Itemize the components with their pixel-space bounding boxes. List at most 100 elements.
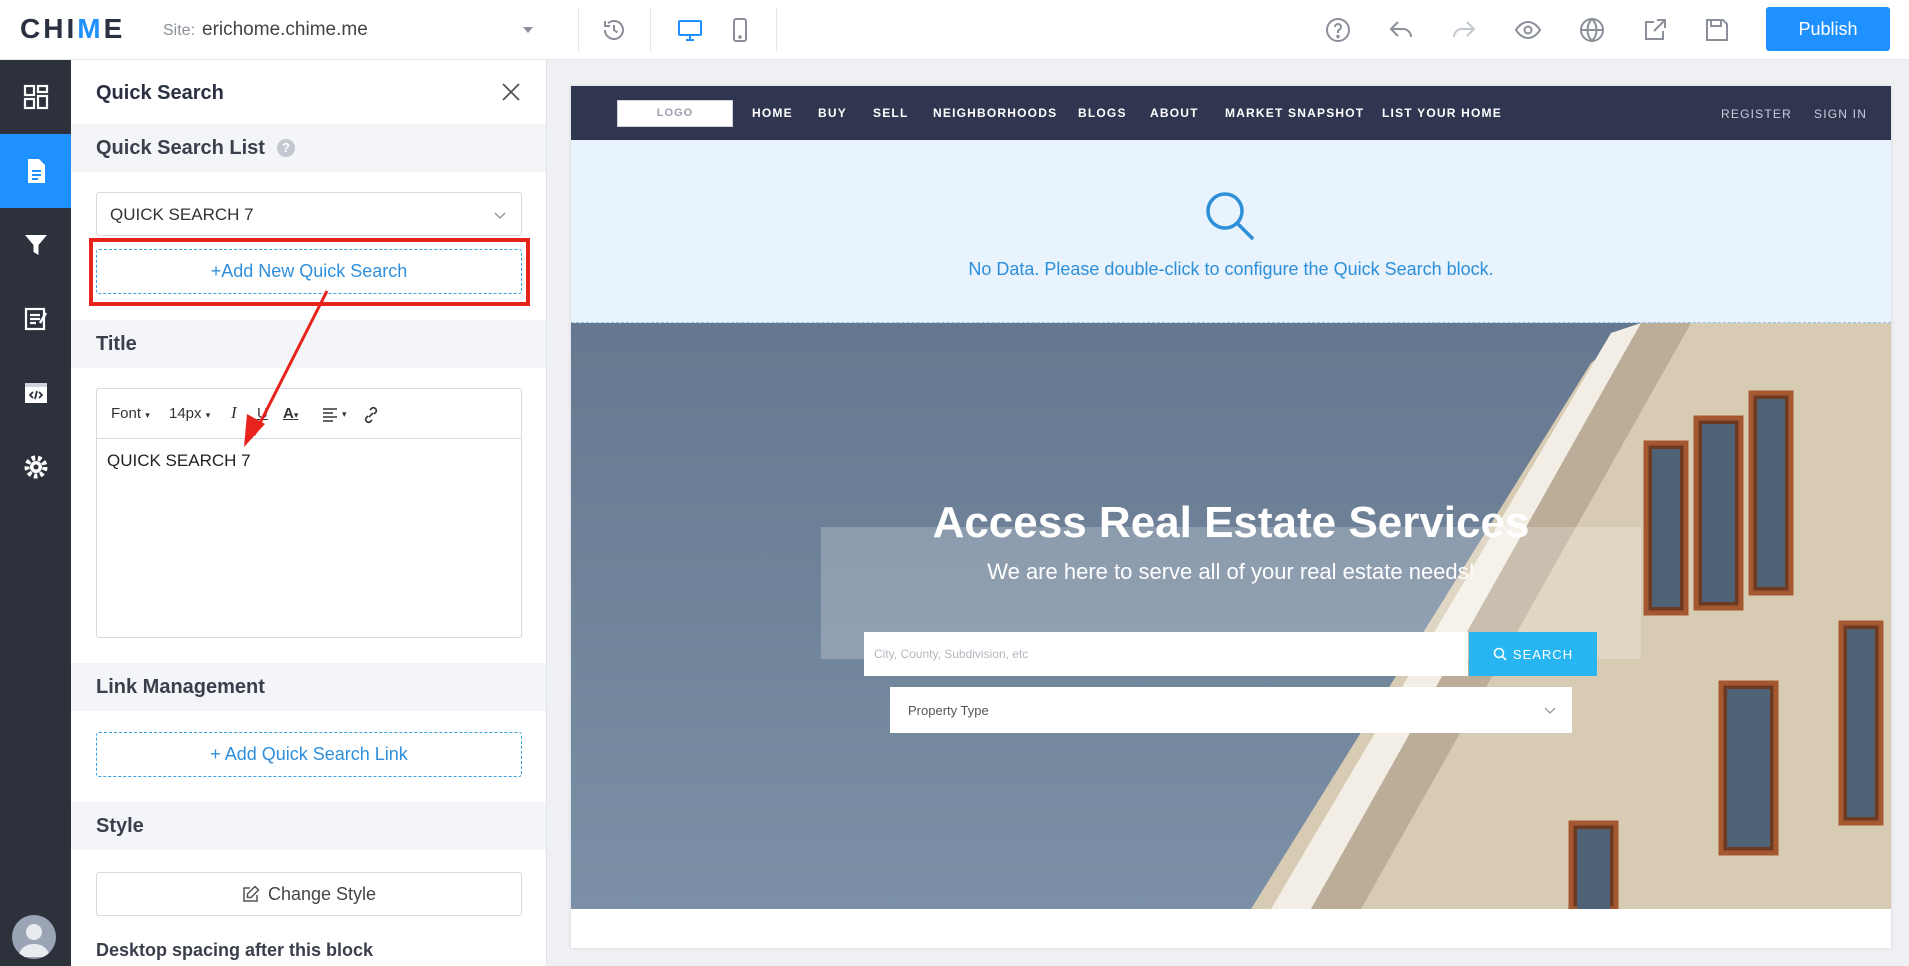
search-button[interactable]: SEARCH <box>1469 632 1597 676</box>
chevron-down-icon <box>1544 707 1556 714</box>
preview-icon <box>1515 20 1541 40</box>
user-icon <box>18 924 50 957</box>
dashboard-icon <box>23 84 48 110</box>
font-dropdown[interactable]: Font ▾ <box>111 405 150 422</box>
nav-neighborhoods[interactable]: NEIGHBORHOODS <box>933 106 1057 120</box>
align-icon[interactable] <box>321 405 341 425</box>
nav-sign-in[interactable]: SIGN IN <box>1814 107 1867 121</box>
quick-search-panel: Quick Search Quick Search List ? QUICK S… <box>71 60 547 966</box>
history-icon <box>604 20 624 40</box>
search-label: SEARCH <box>1512 646 1574 662</box>
editor-content[interactable]: QUICK SEARCH 7 <box>107 451 251 471</box>
rail-code[interactable] <box>0 356 71 430</box>
hero-title: Access Real Estate Services <box>932 498 1530 547</box>
align-caret: ▾ <box>342 409 347 419</box>
redo-button[interactable] <box>1448 14 1480 46</box>
highlight-box <box>89 238 530 306</box>
chime-logo: CHIME <box>20 13 126 44</box>
rail-filter[interactable] <box>0 208 71 282</box>
avatar[interactable] <box>12 915 56 959</box>
page-icon <box>27 159 45 183</box>
help-icon[interactable]: ? <box>277 139 295 157</box>
chevron-down-icon <box>494 212 506 220</box>
link-management-section: Link Management <box>71 663 546 711</box>
link-icon[interactable] <box>361 405 381 425</box>
filter-icon <box>24 235 47 255</box>
site-selector[interactable]: erichome.chime.me <box>202 19 368 41</box>
nav-home[interactable]: HOME <box>752 106 793 120</box>
toolbar-divider <box>578 8 579 52</box>
close-icon[interactable] <box>499 80 523 104</box>
nav-about[interactable]: ABOUT <box>1150 106 1199 120</box>
domain-button[interactable] <box>1576 14 1608 46</box>
nav-blogs[interactable]: BLOGS <box>1078 106 1127 120</box>
location-search-input[interactable] <box>864 632 1468 676</box>
section-label: Quick Search List <box>96 137 265 159</box>
caret-down-icon[interactable] <box>522 24 534 36</box>
search-icon <box>1206 192 1254 240</box>
property-type-select[interactable]: Property Type <box>890 687 1572 733</box>
rail-settings[interactable] <box>0 430 71 504</box>
quick-search-block[interactable]: No Data. Please double-click to configur… <box>571 140 1891 323</box>
desktop-view-button[interactable] <box>674 14 706 46</box>
nav-buy[interactable]: BUY <box>818 106 847 120</box>
site-preview: LOGO HOME BUY SELL NEIGHBORHOODS BLOGS A… <box>571 86 1891 948</box>
help-button[interactable] <box>1322 14 1354 46</box>
no-data-message: No Data. Please double-click to configur… <box>968 259 1494 279</box>
title-section: Title <box>71 320 546 368</box>
history-button[interactable] <box>598 14 630 46</box>
help-icon <box>1326 18 1350 42</box>
site-logo[interactable]: LOGO <box>617 100 733 127</box>
panel-title: Quick Search <box>96 82 224 104</box>
globe-icon <box>1580 18 1604 42</box>
site-label: Site: <box>163 22 196 39</box>
preview-button[interactable] <box>1512 14 1544 46</box>
rail-pages[interactable] <box>0 134 71 208</box>
undo-button[interactable] <box>1385 14 1417 46</box>
font-size-dropdown[interactable]: 14px ▾ <box>169 405 210 422</box>
italic-button[interactable]: I <box>231 403 237 423</box>
spacing-label: Desktop spacing after this block <box>96 940 374 960</box>
redo-icon <box>1453 21 1476 38</box>
text-color-button[interactable]: A▾ <box>283 405 298 422</box>
toolbar-divider <box>776 8 777 52</box>
selected-value: QUICK SEARCH 7 <box>110 205 254 224</box>
editor-toolbar: Font ▾ 14px ▾ I U A▾ ▾ <box>97 389 521 439</box>
quick-search-select[interactable]: QUICK SEARCH 7 <box>96 192 522 236</box>
font-label: Font <box>111 405 142 422</box>
nav-register[interactable]: REGISTER <box>1721 107 1792 121</box>
edit-icon <box>24 307 47 331</box>
mobile-view-button[interactable] <box>724 14 756 46</box>
edit-icon <box>243 885 260 902</box>
underline-button[interactable]: U <box>257 405 268 422</box>
property-type-value: Property Type <box>908 703 989 718</box>
section-label: Title <box>96 333 137 355</box>
save-icon <box>1706 19 1728 41</box>
toolbar-divider <box>650 8 651 52</box>
undo-icon <box>1389 21 1412 38</box>
logo-accent: M <box>77 13 104 44</box>
size-label: 14px <box>169 405 202 422</box>
share-button[interactable] <box>1639 14 1671 46</box>
mobile-icon <box>733 18 747 42</box>
save-button[interactable] <box>1701 14 1733 46</box>
color-label: A <box>283 405 294 422</box>
hero-banner: Access Real Estate Services We are here … <box>571 323 1891 909</box>
nav-list-your-home[interactable]: LIST YOUR HOME <box>1382 106 1502 120</box>
change-style-label: Change Style <box>267 883 377 904</box>
section-label: Style <box>96 815 144 837</box>
quick-search-list-section: Quick Search List ? <box>71 124 546 172</box>
share-icon <box>1645 19 1666 40</box>
hero-subtitle: We are here to serve all of your real es… <box>987 559 1475 584</box>
add-quick-search-link-button[interactable]: + Add Quick Search Link <box>96 732 522 777</box>
section-label: Link Management <box>96 676 265 698</box>
rail-dashboard[interactable] <box>0 60 71 134</box>
publish-button[interactable]: Publish <box>1766 7 1890 51</box>
change-style-button[interactable]: Change Style <box>96 872 522 916</box>
left-rail <box>0 60 71 966</box>
panel-header: Quick Search <box>71 60 546 124</box>
code-icon <box>24 383 47 403</box>
nav-market-snapshot[interactable]: MARKET SNAPSHOT <box>1225 106 1364 120</box>
rail-editor[interactable] <box>0 282 71 356</box>
nav-sell[interactable]: SELL <box>873 106 908 120</box>
